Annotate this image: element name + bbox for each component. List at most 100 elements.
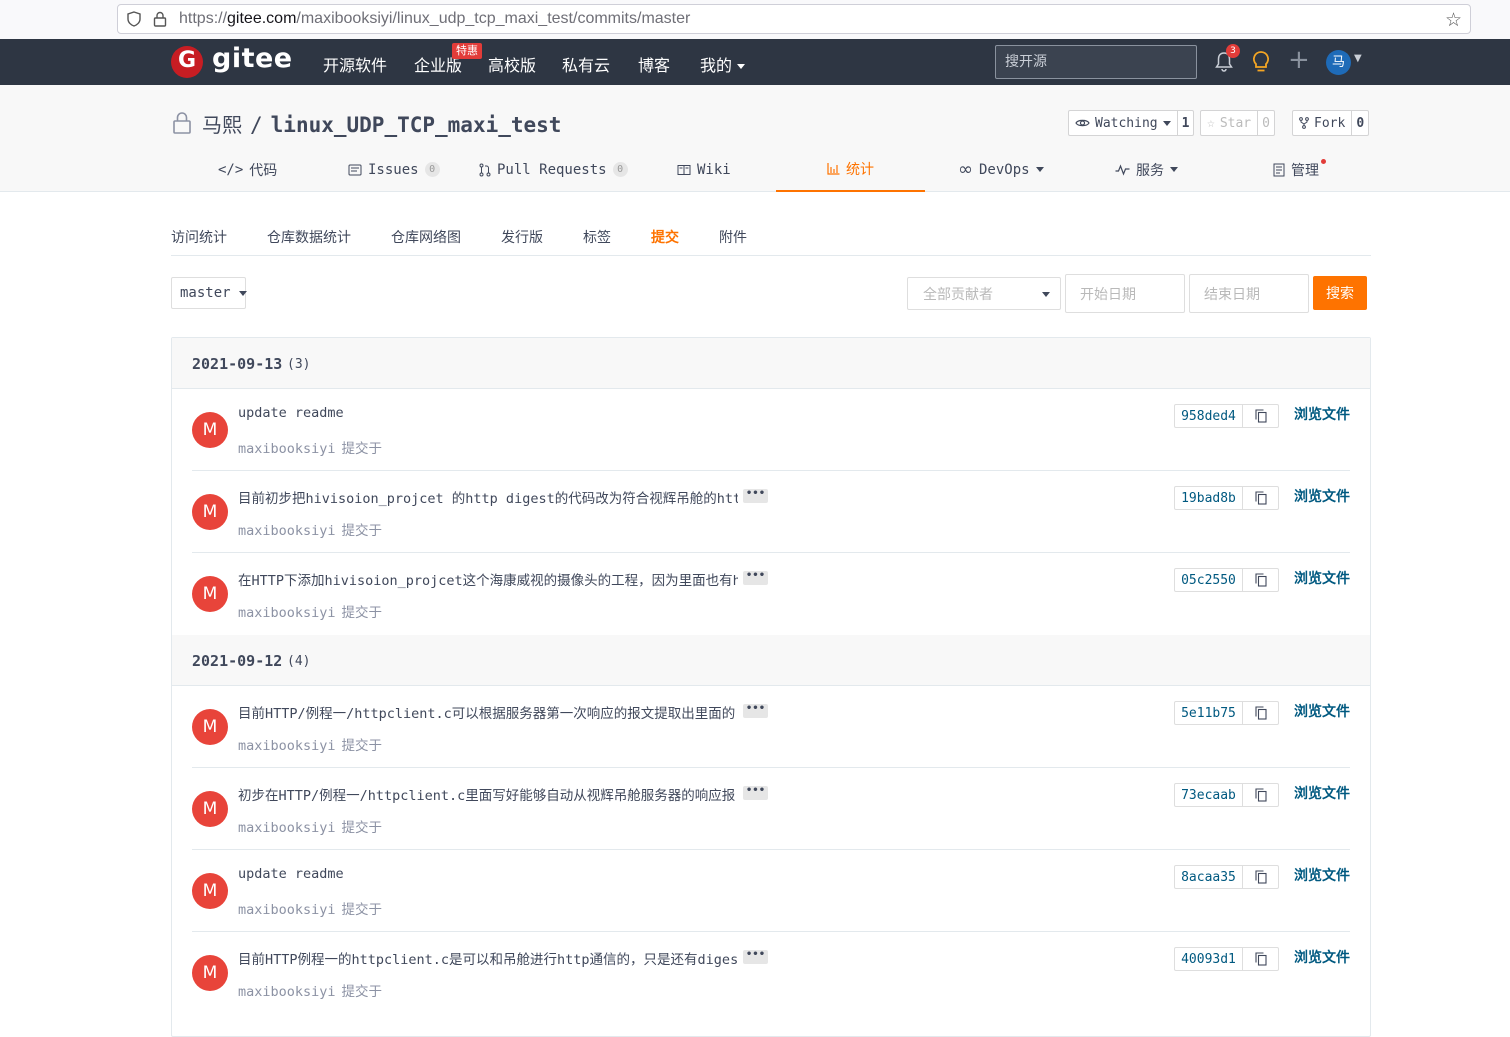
subtab-network[interactable]: 仓库网络图 bbox=[391, 227, 461, 247]
branch-select[interactable]: master bbox=[171, 277, 247, 309]
tab-services[interactable]: 服务 bbox=[1115, 147, 1178, 192]
commit-author[interactable]: maxibooksiyi bbox=[238, 820, 336, 836]
browse-files-link[interactable]: 浏览文件 bbox=[1294, 568, 1350, 588]
watch-count[interactable]: 1 bbox=[1176, 111, 1194, 135]
copy-icon[interactable] bbox=[1243, 948, 1278, 970]
nav-open-source[interactable]: 开源软件 bbox=[323, 52, 387, 76]
copy-icon[interactable] bbox=[1243, 487, 1278, 509]
tab-issues[interactable]: Issues 0 bbox=[348, 147, 440, 192]
gitee-logo-icon[interactable]: G bbox=[171, 46, 203, 78]
subtab-attachments[interactable]: 附件 bbox=[719, 227, 747, 247]
expand-message-button[interactable]: ••• bbox=[743, 571, 768, 585]
commit-sha-link[interactable]: 40093d1 bbox=[1175, 948, 1243, 970]
tab-wiki[interactable]: Wiki bbox=[677, 147, 731, 192]
lock-icon[interactable] bbox=[153, 11, 167, 27]
global-search[interactable] bbox=[995, 45, 1197, 79]
commit-sha-link[interactable]: 958ded4 bbox=[1175, 405, 1243, 427]
search-button[interactable]: 搜索 bbox=[1313, 276, 1367, 310]
commit-meta: maxibooksiyi 提交于 bbox=[238, 898, 382, 918]
url-text[interactable]: https://gitee.com/maxibooksiyi/linux_udp… bbox=[179, 10, 690, 28]
copy-icon[interactable] bbox=[1243, 866, 1278, 888]
author-avatar[interactable]: M bbox=[192, 709, 228, 745]
tab-code[interactable]: </> 代码 bbox=[218, 147, 277, 192]
bookmark-star-icon[interactable]: ☆ bbox=[1445, 9, 1462, 31]
watch-button[interactable]: Watching 1 bbox=[1068, 110, 1195, 136]
commit-author[interactable]: maxibooksiyi bbox=[238, 523, 336, 539]
star-count[interactable]: 0 bbox=[1257, 111, 1274, 135]
commit-list: 2021-09-13 (3) Mupdate readme maxibooksiyi 提… bbox=[171, 337, 1371, 1037]
copy-icon[interactable] bbox=[1243, 569, 1278, 591]
commit-author[interactable]: maxibooksiyi bbox=[238, 902, 336, 918]
copy-icon[interactable] bbox=[1243, 405, 1278, 427]
commit-author[interactable]: maxibooksiyi bbox=[238, 605, 336, 621]
author-avatar[interactable]: M bbox=[192, 576, 228, 612]
browse-files-link[interactable]: 浏览文件 bbox=[1294, 783, 1350, 803]
star-button[interactable]: ☆ Star 0 bbox=[1200, 110, 1275, 136]
nav-education[interactable]: 高校版 bbox=[488, 52, 536, 76]
tab-pull-requests[interactable]: Pull Requests 0 bbox=[479, 147, 628, 192]
subtab-releases[interactable]: 发行版 bbox=[501, 227, 543, 247]
commit-message[interactable]: update readme bbox=[238, 405, 344, 421]
expand-message-button[interactable]: ••• bbox=[743, 704, 768, 718]
tab-devops[interactable]: ∞ DevOps bbox=[958, 147, 1044, 192]
commit-meta: maxibooksiyi 提交于 bbox=[238, 601, 382, 621]
author-avatar[interactable]: M bbox=[192, 412, 228, 448]
top-navbar: G gitee 开源软件 企业版 特惠 高校版 私有云 博客 我的 3 + 马 … bbox=[0, 39, 1510, 85]
commit-author[interactable]: maxibooksiyi bbox=[238, 984, 336, 1000]
expand-message-button[interactable]: ••• bbox=[743, 489, 768, 503]
chevron-down-icon[interactable]: ▼ bbox=[1354, 53, 1362, 64]
nav-private-cloud[interactable]: 私有云 bbox=[562, 52, 610, 76]
commit-message[interactable]: 在HTTP下添加hivisoion_projcet这个海康威视的摄像头的工程，因… bbox=[238, 569, 738, 589]
browse-files-link[interactable]: 浏览文件 bbox=[1294, 486, 1350, 506]
subtab-visits[interactable]: 访问统计 bbox=[171, 227, 227, 247]
end-date-input[interactable]: 结束日期 bbox=[1189, 274, 1309, 313]
user-avatar[interactable]: 马 bbox=[1326, 50, 1351, 75]
nav-blog[interactable]: 博客 bbox=[638, 52, 670, 76]
repo-owner-link[interactable]: 马熙 bbox=[202, 113, 242, 137]
commit-message[interactable]: 初步在HTTP/例程一/httpclient.c里面写好能够自动从视辉吊舱服务器… bbox=[238, 784, 735, 804]
global-search-input[interactable] bbox=[996, 46, 1196, 78]
commit-row: Mupdate readme maxibooksiyi 提交于 8acaa35 浏览文件 bbox=[192, 850, 1350, 932]
commit-sha-link[interactable]: 8acaa35 bbox=[1175, 866, 1243, 888]
shield-icon[interactable] bbox=[126, 11, 142, 27]
copy-icon[interactable] bbox=[1243, 784, 1278, 806]
expand-message-button[interactable]: ••• bbox=[743, 786, 768, 800]
browse-files-link[interactable]: 浏览文件 bbox=[1294, 701, 1350, 721]
commit-message[interactable]: 目前HTTP例程一的httpclient.c是可以和吊舱进行http通信的，只是… bbox=[238, 948, 738, 968]
subtab-commits[interactable]: 提交 bbox=[651, 227, 679, 247]
expand-message-button[interactable]: ••• bbox=[743, 950, 768, 964]
browse-files-link[interactable]: 浏览文件 bbox=[1294, 865, 1350, 885]
commit-message[interactable]: 目前初步把hivisoion_projcet 的http digest的代码改为… bbox=[238, 487, 738, 507]
author-avatar[interactable]: M bbox=[192, 791, 228, 827]
commit-row: M 初步在HTTP/例程一/httpclient.c里面写好能够自动从视辉吊舱服务… bbox=[192, 768, 1350, 850]
tab-manage[interactable]: 管理 bbox=[1273, 147, 1330, 192]
browser-toolbar: https://gitee.com/maxibooksiyi/linux_udp… bbox=[0, 0, 1510, 39]
nav-mine[interactable]: 我的 bbox=[700, 52, 746, 76]
author-avatar[interactable]: M bbox=[192, 494, 228, 530]
start-date-input[interactable]: 开始日期 bbox=[1065, 274, 1185, 313]
commit-sha-link[interactable]: 5e11b75 bbox=[1175, 702, 1243, 724]
tab-stats[interactable]: 统计 bbox=[776, 147, 925, 192]
commit-sha-link[interactable]: 05c2550 bbox=[1175, 569, 1243, 591]
commit-message[interactable]: 目前HTTP/例程一/httpclient.c可以根据服务器第一次响应的报文提取… bbox=[238, 702, 735, 722]
fork-count[interactable]: 0 bbox=[1351, 111, 1368, 135]
subtab-repo-data[interactable]: 仓库数据统计 bbox=[267, 227, 351, 247]
commit-sha-link[interactable]: 19bad8b bbox=[1175, 487, 1243, 509]
fork-button[interactable]: Fork 0 bbox=[1292, 110, 1370, 136]
repo-name-link[interactable]: linux_UDP_TCP_maxi_test bbox=[271, 113, 562, 137]
contributor-select[interactable]: 全部贡献者 bbox=[907, 277, 1061, 310]
browse-files-link[interactable]: 浏览文件 bbox=[1294, 404, 1350, 424]
lightbulb-icon[interactable] bbox=[1251, 50, 1271, 74]
commit-author[interactable]: maxibooksiyi bbox=[238, 738, 336, 754]
gitee-logo-text[interactable]: gitee bbox=[212, 43, 293, 74]
commit-message[interactable]: update readme bbox=[238, 866, 344, 882]
address-bar[interactable]: https://gitee.com/maxibooksiyi/linux_udp… bbox=[117, 4, 1471, 34]
copy-icon[interactable] bbox=[1243, 702, 1278, 724]
author-avatar[interactable]: M bbox=[192, 873, 228, 909]
plus-icon[interactable]: + bbox=[1288, 45, 1310, 75]
author-avatar[interactable]: M bbox=[192, 955, 228, 991]
commit-author[interactable]: maxibooksiyi bbox=[238, 441, 336, 457]
subtab-tags[interactable]: 标签 bbox=[583, 227, 611, 247]
commit-sha-link[interactable]: 73ecaab bbox=[1175, 784, 1243, 806]
browse-files-link[interactable]: 浏览文件 bbox=[1294, 947, 1350, 967]
